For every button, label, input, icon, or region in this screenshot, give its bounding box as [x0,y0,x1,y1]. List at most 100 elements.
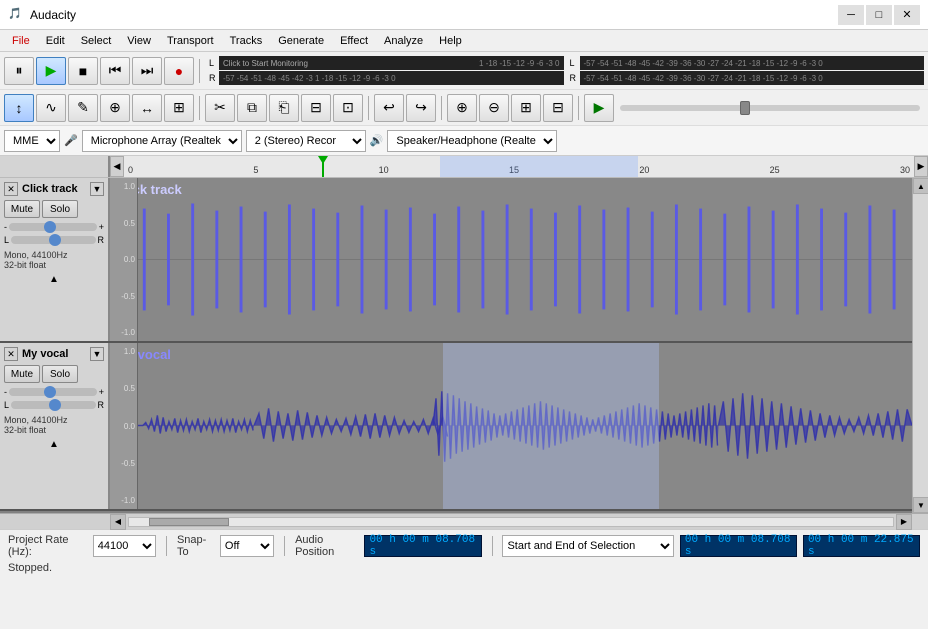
zoom-tool[interactable]: ⊕ [100,94,130,122]
play-at-speed[interactable]: ▶ [584,94,614,122]
vocal-track-pan-thumb[interactable] [49,399,61,411]
click-track-pan-thumb[interactable] [49,234,61,246]
record-button[interactable]: ● [164,57,194,85]
vocal-track-name[interactable]: My vocal [18,348,90,360]
project-rate-label: Project Rate (Hz): [8,534,87,558]
menu-select[interactable]: Select [73,33,120,49]
menu-generate[interactable]: Generate [270,33,332,49]
vocal-track-solo[interactable]: Solo [42,365,78,383]
ruler-scroll-right[interactable]: ▶ [914,156,928,177]
close-button[interactable]: ✕ [894,5,920,25]
tracks-wrapper: ✕ Click track ▼ Mute Solo - + L [0,178,912,513]
menu-help[interactable]: Help [431,33,470,49]
menu-edit[interactable]: Edit [38,33,73,49]
menu-transport[interactable]: Transport [159,33,222,49]
vocal-track-mute[interactable]: Mute [4,365,40,383]
gain-max: + [99,222,104,232]
click-track-mute[interactable]: Mute [4,200,40,218]
h-scroll-right[interactable]: ▶ [896,514,912,530]
vu-play-r-label: R [570,73,578,83]
channels-select[interactable]: 2 (Stereo) Recor [246,130,366,152]
status-sep1 [166,536,167,556]
maximize-button[interactable]: □ [866,5,892,25]
selection-start-display[interactable]: 00 h 00 m 08.708 s [680,535,797,557]
zoom-fit-button[interactable]: ⊞ [511,94,541,122]
stop-button[interactable]: ■ [68,57,98,85]
click-track-dropdown[interactable]: ▼ [90,182,104,196]
zoom-in-button[interactable]: ⊕ [447,94,477,122]
click-track-pan-slider[interactable] [11,236,95,244]
h-scrollbar-track[interactable] [128,517,894,527]
vocal-track-expand[interactable]: ▲ [4,439,104,450]
project-rate-select[interactable]: 44100 [93,535,156,557]
time-shift-tool[interactable]: ↔ [132,94,162,122]
click-track-solo[interactable]: Solo [42,200,78,218]
play-button[interactable]: ▶ [36,57,66,85]
menu-bar: File Edit Select View Transport Tracks G… [0,30,928,52]
menu-analyze[interactable]: Analyze [376,33,431,49]
minimize-button[interactable]: ─ [838,5,864,25]
scrollbar-down[interactable]: ▼ [913,497,928,513]
menu-file[interactable]: File [4,33,38,49]
vu-play-l[interactable]: -57 -54 -51 -48 -45 -42 -39 -36 -30 -27 … [580,56,925,70]
select-tool[interactable]: ↕ [4,94,34,122]
vocal-track-dropdown[interactable]: ▼ [90,347,104,361]
mic-device-select[interactable]: Microphone Array (Realtek [82,130,242,152]
vocal-track-pan-slider[interactable] [11,401,95,409]
zoom-sel-button[interactable]: ⊟ [543,94,573,122]
paste-button[interactable]: ⎗ [269,94,299,122]
selection-mode-select[interactable]: Start and End of Selection [502,535,673,557]
multi-tool[interactable]: ⊞ [164,94,194,122]
audio-position-display[interactable]: 00 h 00 m 08.708 s [364,535,481,557]
click-track-close[interactable]: ✕ [4,182,18,196]
click-track-expand[interactable]: ▲ [4,274,104,285]
skip-end-button[interactable]: ⏭ [132,57,162,85]
vocal-track-waveform[interactable]: 1.0 0.5 0.0 -0.5 -1.0 [110,343,912,509]
envelope-tool[interactable]: ∿ [36,94,66,122]
cut-button[interactable]: ✂ [205,94,235,122]
click-track-pan: L R [4,235,104,245]
click-track-gain-slider[interactable] [9,223,97,231]
speaker-device-select[interactable]: Speaker/Headphone (Realte [387,130,557,152]
draw-tool[interactable]: ✎ [68,94,98,122]
redo-button[interactable]: ↪ [406,94,436,122]
speed-slider-thumb[interactable] [740,101,750,115]
transport-toolbar: ⏸ ▶ ■ ⏮ ⏭ ● L Click to Start Monitoring … [0,52,928,90]
playback-speed-slider[interactable] [620,105,920,111]
click-track-waveform[interactable]: 1.0 0.5 0.0 -0.5 -1.0 [110,178,912,341]
snap-to-select[interactable]: Off [220,535,274,557]
h-scroll-left[interactable]: ◀ [110,514,126,530]
vocal-track-gain-thumb[interactable] [44,386,56,398]
menu-tracks[interactable]: Tracks [222,33,271,49]
zoom-out-button[interactable]: ⊖ [479,94,509,122]
pan-r: R [98,235,105,245]
h-scrollbar-thumb[interactable] [149,518,229,526]
status-row-2: Stopped. [8,562,920,574]
status-sep3 [492,536,493,556]
api-select[interactable]: MME [4,130,60,152]
ruler-scroll-left[interactable]: ◀ [110,156,124,177]
ruler-track-area[interactable]: 0 5 10 15 20 25 30 [124,156,914,177]
click-track-gain-thumb[interactable] [44,221,56,233]
click-track-info: Mono, 44100Hz 32-bit float [4,250,104,270]
tracks-scrollbar-v[interactable]: ▲ ▼ [912,178,928,513]
selection-end-display[interactable]: 00 h 00 m 22.875 s [803,535,920,557]
vu-record-l[interactable]: Click to Start Monitoring 1 -18 -15 -12 … [219,56,564,70]
silence-button[interactable]: ⊡ [333,94,363,122]
vocal-track-close[interactable]: ✕ [4,347,18,361]
scrollbar-track[interactable] [913,194,928,497]
vu-record-r[interactable]: -57 -54 -51 -48 -45 -42 -3 1 -18 -15 -12… [219,71,564,85]
vu-play-r[interactable]: -57 -54 -51 -48 -45 -42 -39 -36 -30 -27 … [580,71,925,85]
scrollbar-up[interactable]: ▲ [913,178,928,194]
sep5 [578,96,579,120]
device-toolbar: MME 🎤 Microphone Array (Realtek 2 (Stere… [0,126,928,156]
click-track-name[interactable]: Click track [18,183,90,195]
menu-view[interactable]: View [119,33,159,49]
vocal-track-gain-slider[interactable] [9,388,97,396]
copy-button[interactable]: ⧉ [237,94,267,122]
undo-button[interactable]: ↩ [374,94,404,122]
trim-button[interactable]: ⊟ [301,94,331,122]
menu-effect[interactable]: Effect [332,33,376,49]
pause-button[interactable]: ⏸ [4,57,34,85]
skip-start-button[interactable]: ⏮ [100,57,130,85]
